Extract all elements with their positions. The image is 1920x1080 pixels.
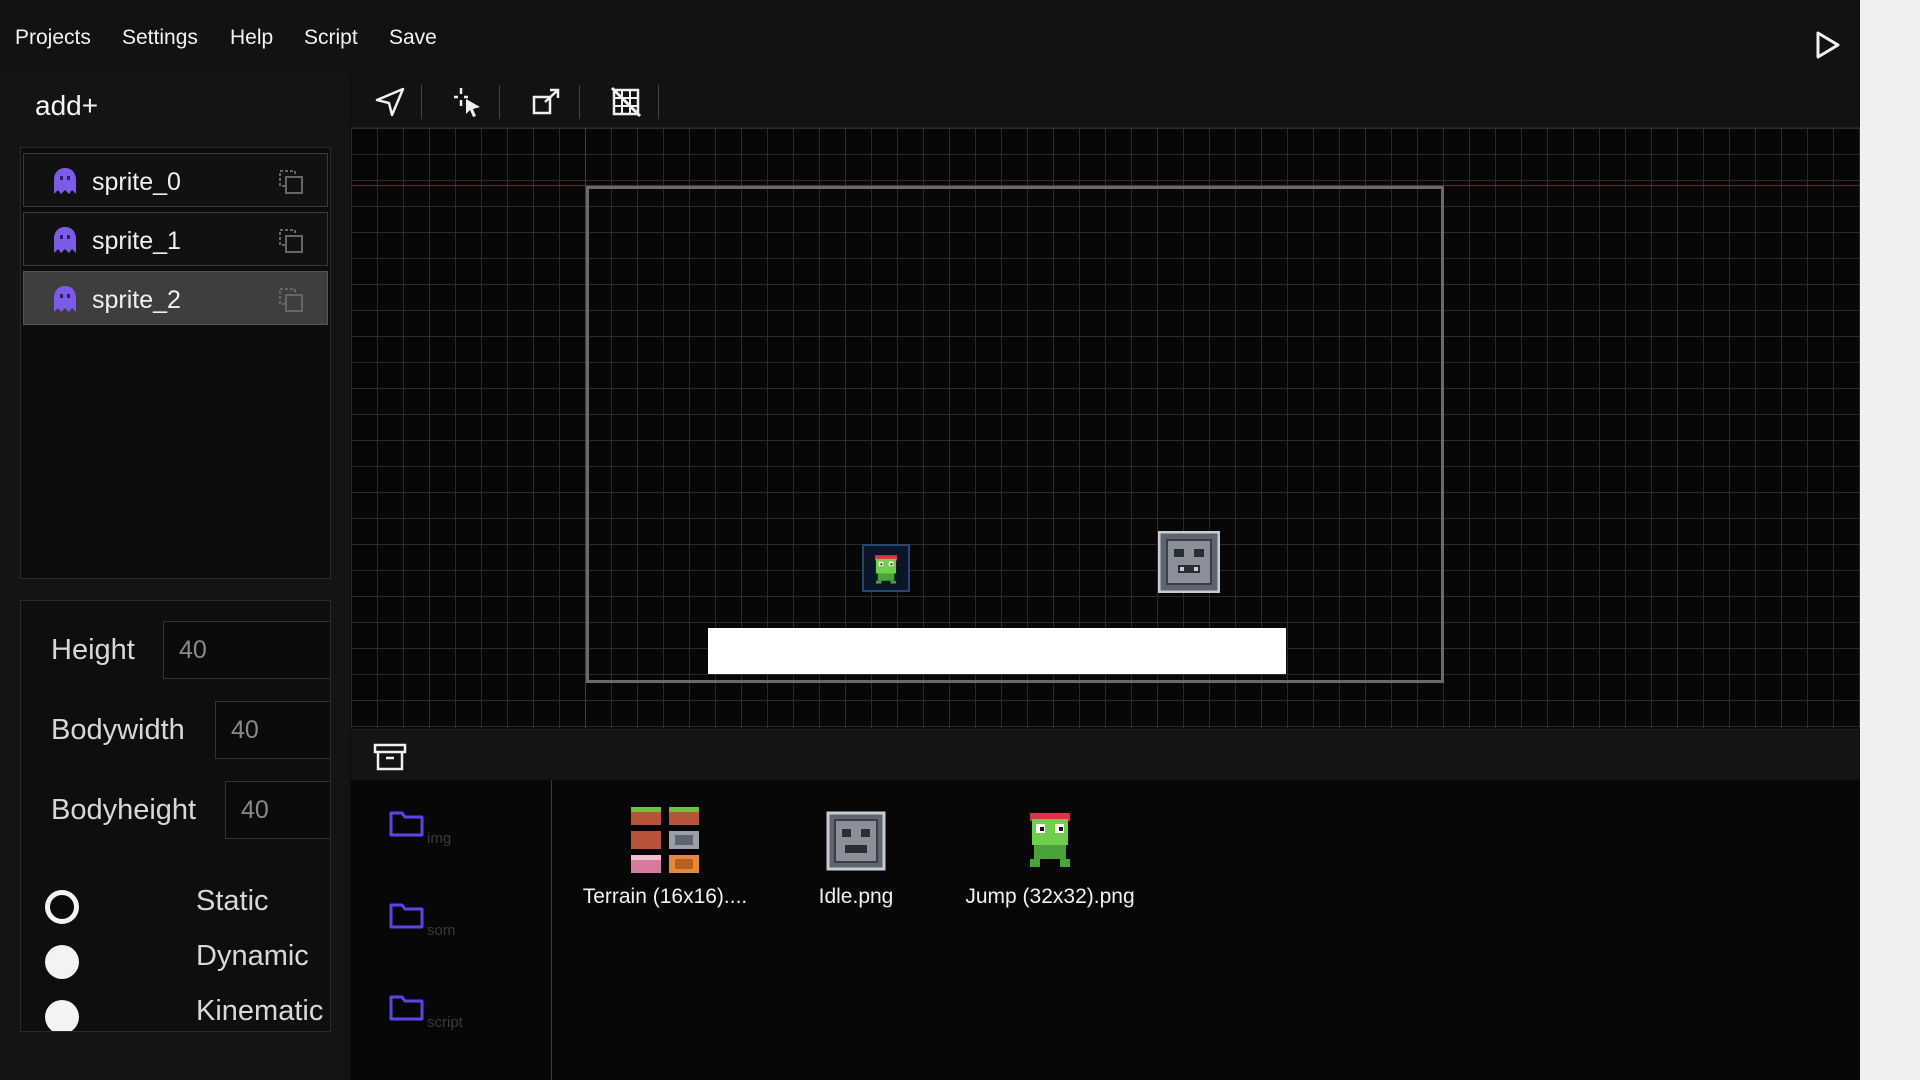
asset-terrain[interactable]: Terrain (16x16).... — [570, 805, 760, 909]
sprite-list: sprite_0 sprite_1 sprite_2 — [20, 147, 331, 579]
menu-script[interactable]: Script — [304, 26, 358, 50]
asset-name: Jump (32x32).png — [965, 885, 1135, 908]
folder-icon — [389, 811, 424, 837]
navigate-icon[interactable] — [373, 85, 407, 119]
toolbar-divider — [499, 85, 500, 119]
add-sprite-button[interactable]: add+ — [35, 90, 98, 122]
sprite-item-1[interactable]: sprite_1 — [23, 212, 328, 266]
asset-jump[interactable]: Jump (32x32).png — [955, 805, 1145, 909]
ghost-icon — [54, 227, 76, 253]
editor-app: Projects Settings Help Script Save add+ … — [0, 0, 1860, 1080]
copy-icon[interactable] — [278, 287, 304, 313]
toolbar-divider — [421, 85, 422, 119]
frog-thumbnail — [1030, 813, 1070, 867]
bodyheight-label: Bodyheight — [51, 794, 197, 826]
toolbar-divider — [658, 85, 659, 119]
static-radio[interactable] — [45, 890, 79, 924]
kinematic-radio[interactable] — [45, 1000, 79, 1031]
sprite-label: sprite_2 — [92, 286, 181, 314]
kinematic-label: Kinematic — [196, 995, 324, 1027]
sprite-label: sprite_0 — [92, 168, 181, 196]
copy-icon[interactable] — [278, 228, 304, 254]
menu-projects[interactable]: Projects — [15, 26, 91, 50]
menu-settings[interactable]: Settings — [122, 26, 198, 50]
window-edge — [1860, 0, 1920, 1080]
dynamic-radio[interactable] — [45, 945, 79, 979]
sprite-label: sprite_1 — [92, 227, 181, 255]
asset-name: Terrain (16x16).... — [582, 885, 748, 908]
bodywidth-label: Bodywidth — [51, 714, 185, 746]
dynamic-label: Dynamic — [196, 940, 309, 972]
menu-save[interactable]: Save — [389, 26, 437, 50]
asset-idle[interactable]: Idle.png — [761, 805, 951, 909]
height-input[interactable] — [163, 621, 330, 679]
stone-block-thumbnail — [826, 811, 886, 871]
asset-name: Idle.png — [818, 885, 894, 908]
ghost-icon — [54, 286, 76, 312]
asset-toolbar — [351, 729, 1860, 780]
frog-sprite[interactable] — [862, 544, 910, 592]
sprite-item-0[interactable]: sprite_0 — [23, 153, 328, 207]
static-label: Static — [196, 885, 269, 917]
left-panel: add+ sprite_0 sprite_1 sprite_2 Height 4… — [0, 75, 350, 1080]
bodywidth-input[interactable] — [215, 701, 330, 759]
canvas-toolbar — [351, 75, 1860, 128]
properties-panel: Height Bodywidth Bodyheight Static Dynam… — [20, 600, 331, 1032]
folder-label: img — [427, 830, 452, 847]
scale-icon[interactable] — [529, 85, 563, 119]
scene-bounds — [586, 186, 1444, 683]
terrain-tileset-thumbnail — [631, 807, 699, 873]
toolbar-divider — [579, 85, 580, 119]
grid-toggle-icon[interactable] — [609, 85, 643, 119]
sprite-item-2[interactable]: sprite_2 — [23, 271, 328, 325]
asset-browser: img som script Terrain (16x16).... Idle.… — [351, 780, 1860, 1080]
menu-help[interactable]: Help — [230, 26, 273, 50]
menu-bar: Projects Settings Help Script Save — [0, 0, 1860, 75]
copy-icon[interactable] — [278, 169, 304, 195]
scene-canvas[interactable] — [351, 128, 1860, 728]
folder-icon — [389, 995, 424, 1021]
stone-block-sprite[interactable] — [1158, 531, 1220, 593]
folder-label: script — [427, 1014, 463, 1031]
platform-sprite[interactable] — [708, 628, 1286, 674]
ghost-icon — [54, 168, 76, 194]
bodyheight-input[interactable] — [225, 781, 330, 839]
folder-panel: img som script — [351, 780, 552, 1080]
play-icon[interactable] — [1815, 30, 1841, 60]
height-label: Height — [51, 634, 135, 666]
archive-icon[interactable] — [373, 742, 407, 772]
folder-label: som — [427, 922, 456, 939]
folder-icon — [389, 903, 424, 929]
select-cursor-icon[interactable] — [451, 85, 485, 119]
